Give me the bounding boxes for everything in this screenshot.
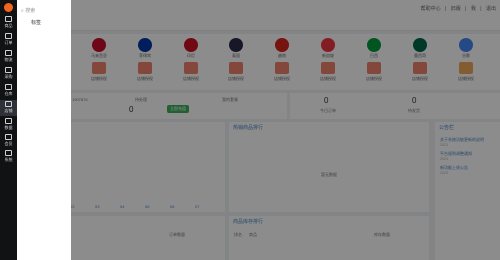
sidebar-item-purchase[interactable]: 采购 bbox=[0, 66, 17, 82]
sidebar-item-member[interactable]: 会员 bbox=[0, 133, 17, 149]
sidebar-item-label: 系统 bbox=[4, 157, 13, 162]
sidebar-item-label: 订单 bbox=[4, 40, 13, 45]
sidebar: 商品 订单 物流 采购 仓库 店铺 数据 会员 系统 bbox=[0, 0, 17, 260]
sidebar-item-orders[interactable]: 订单 bbox=[0, 32, 17, 48]
sidebar-item-label: 店铺 bbox=[4, 108, 13, 113]
gear-icon bbox=[5, 150, 12, 156]
panel-menu-item[interactable]: 标签 bbox=[31, 19, 41, 26]
user-icon bbox=[5, 134, 12, 140]
sidebar-item-store[interactable]: 店铺 bbox=[0, 100, 17, 116]
flyout-panel: ⌕ 搜索 标签 bbox=[17, 0, 71, 260]
sidebar-item-label: 商品 bbox=[4, 23, 13, 28]
modal-overlay[interactable] bbox=[17, 0, 500, 260]
sidebar-item-data[interactable]: 数据 bbox=[0, 117, 17, 133]
sidebar-item-label: 物流 bbox=[4, 57, 13, 62]
sidebar-item-system[interactable]: 系统 bbox=[0, 149, 17, 165]
panel-search[interactable]: ⌕ 搜索 bbox=[21, 7, 35, 14]
sidebar-item-label: 会员 bbox=[4, 141, 13, 146]
truck-icon bbox=[5, 50, 12, 56]
warehouse-icon bbox=[5, 84, 12, 90]
cart-icon bbox=[5, 67, 12, 73]
chart-icon bbox=[5, 118, 12, 124]
sidebar-item-label: 仓库 bbox=[4, 91, 13, 96]
app-logo-icon bbox=[4, 3, 13, 12]
shirt-icon bbox=[5, 16, 12, 22]
sidebar-item-label: 数据 bbox=[4, 125, 13, 130]
search-placeholder: 搜索 bbox=[25, 8, 36, 14]
sidebar-item-products[interactable]: 商品 bbox=[0, 15, 17, 31]
sidebar-item-label: 采购 bbox=[4, 74, 13, 79]
sidebar-item-logistics[interactable]: 物流 bbox=[0, 49, 17, 65]
list-icon bbox=[5, 33, 12, 39]
store-icon bbox=[5, 101, 12, 107]
sidebar-item-warehouse[interactable]: 仓库 bbox=[0, 83, 17, 99]
